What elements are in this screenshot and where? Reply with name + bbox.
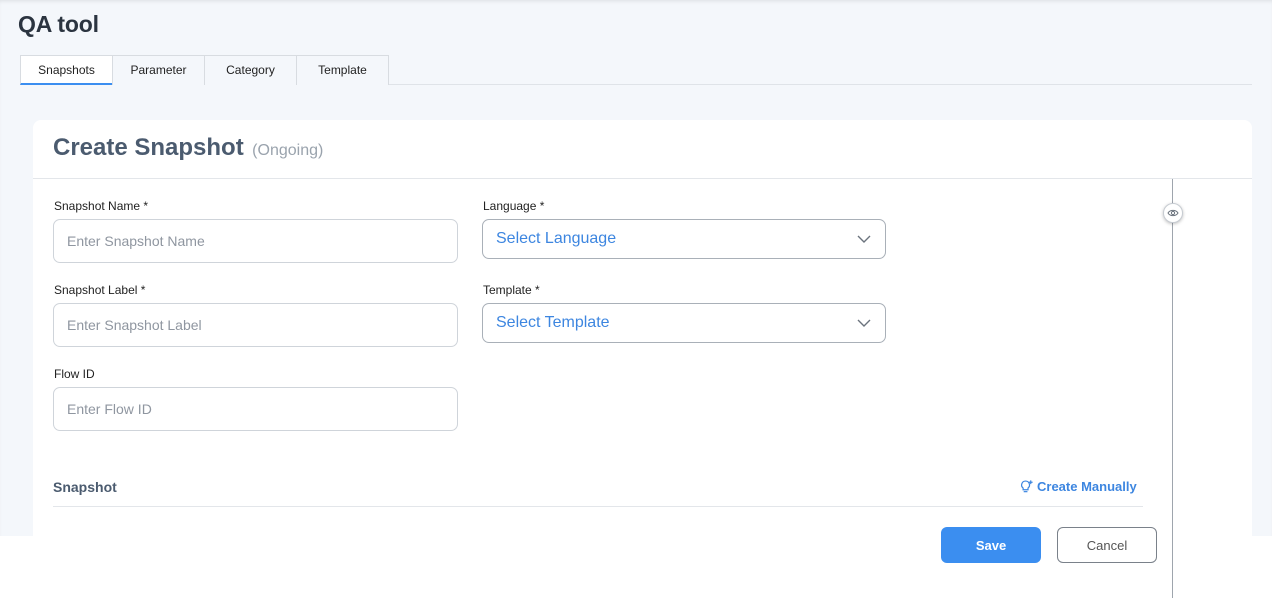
snapshot-section-title: Snapshot — [53, 479, 117, 495]
flow-id-label: Flow ID — [54, 367, 95, 381]
chevron-down-icon — [857, 319, 871, 327]
language-label: Language * — [483, 199, 545, 213]
create-manually-link[interactable]: Create Manually — [1019, 479, 1137, 494]
template-label: Template * — [483, 283, 540, 297]
snapshot-label-input[interactable] — [53, 303, 458, 347]
save-button[interactable]: Save — [941, 527, 1041, 563]
language-select-value: Select Language — [496, 230, 617, 247]
status-label: (Ongoing) — [252, 142, 324, 159]
app-title: QA tool — [18, 11, 99, 37]
tab-template[interactable]: Template — [296, 55, 389, 85]
language-select[interactable]: Select Language — [482, 219, 886, 259]
snapshot-name-label: Snapshot Name * — [54, 199, 149, 213]
cancel-button[interactable]: Cancel — [1057, 527, 1157, 563]
create-manually-label: Create Manually — [1037, 479, 1137, 494]
chevron-down-icon — [857, 235, 871, 243]
bulb-plus-icon — [1021, 480, 1033, 493]
side-panel-divider — [1172, 179, 1173, 598]
template-select[interactable]: Select Template — [482, 303, 886, 343]
card-header: Create Snapshot (Ongoing) — [33, 120, 1252, 179]
snapshot-name-input[interactable] — [53, 219, 458, 263]
create-snapshot-card: Create Snapshot (Ongoing) Snapshot Name … — [33, 120, 1252, 598]
card-title: Create Snapshot — [53, 134, 244, 161]
side-panel-toggle[interactable] — [1163, 203, 1183, 223]
tab-category[interactable]: Category — [204, 55, 297, 85]
tab-parameter[interactable]: Parameter — [112, 55, 205, 85]
flow-id-input[interactable] — [53, 387, 458, 431]
tab-bar: Snapshots Parameter Category Template — [20, 55, 1252, 85]
snapshot-label-label: Snapshot Label * — [54, 283, 146, 297]
eye-icon — [1167, 209, 1179, 217]
tab-snapshots[interactable]: Snapshots — [20, 55, 113, 85]
section-divider — [53, 506, 1143, 507]
template-select-value: Select Template — [496, 314, 610, 331]
